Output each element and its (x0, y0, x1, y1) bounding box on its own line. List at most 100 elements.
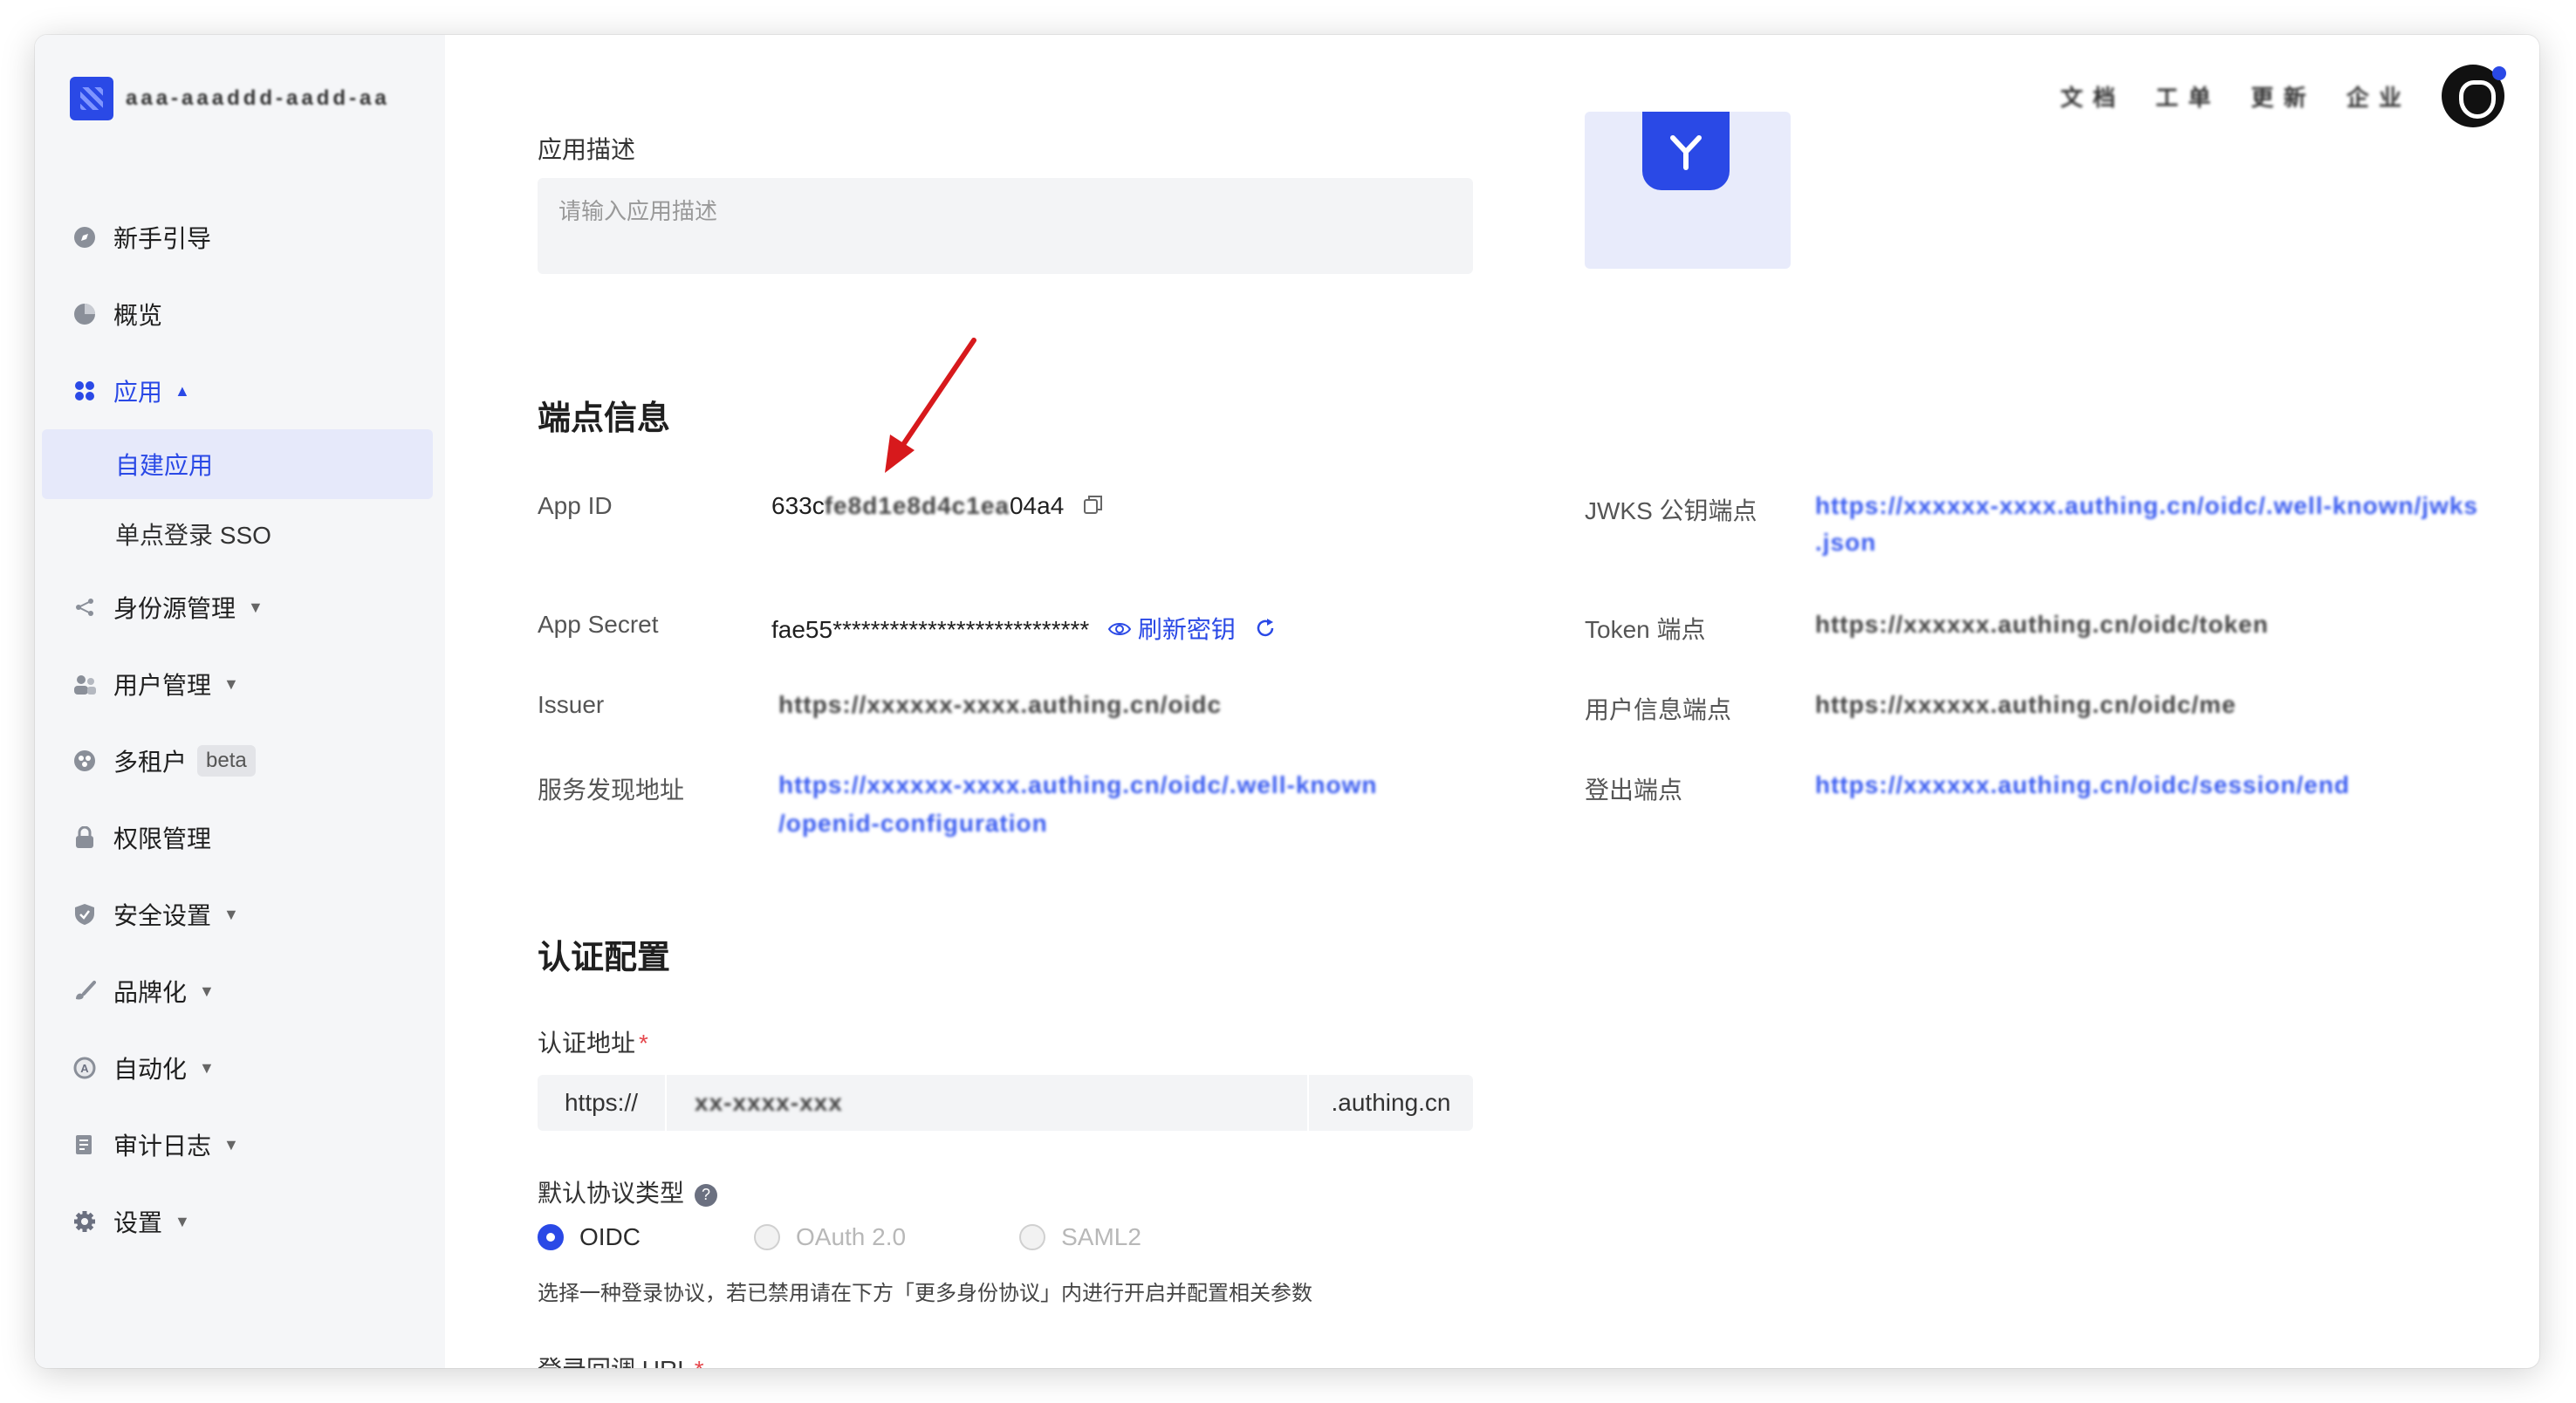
sidebar-item-settings[interactable]: 设置 ▼ (35, 1183, 445, 1260)
radio-oidc[interactable]: OIDC (538, 1223, 641, 1251)
sidebar-item-overview[interactable]: 概览 (35, 276, 445, 352)
sidebar-item-apps[interactable]: 应用 ▲ (35, 352, 445, 429)
sidebar-item-tenants[interactable]: 多租户 beta (35, 722, 445, 799)
url-suffix: .authing.cn (1307, 1075, 1473, 1131)
sidebar-item-custom-apps[interactable]: 自建应用 (42, 429, 433, 499)
brand[interactable]: aaa-aaaddd-aadd-aa (70, 77, 405, 120)
discovery-label: 服务发现地址 (538, 777, 685, 804)
app-secret-value: fae55*************************** 刷新密钥 (771, 611, 1276, 646)
sidebar-item-audit-log[interactable]: 审计日志 ▼ (35, 1106, 445, 1183)
radio-label: OAuth 2.0 (796, 1223, 907, 1250)
sidebar-nav: 新手引导 概览 应用 ▲ 自建应用 单点登录 SSO 身份源管理 ▼ 用户管理 … (35, 199, 445, 1260)
jwks-link[interactable]: https://xxxxxx-xxxx.authing.cn/oidc/.wel… (1815, 492, 2513, 520)
auth-section-title: 认证配置 (538, 940, 671, 976)
endpoint-section-title: 端点信息 (538, 400, 671, 437)
eye-icon[interactable] (1107, 619, 1132, 644)
app-id-label: App ID (538, 492, 613, 519)
jwks-label: JWKS 公钥端点 (1585, 497, 1757, 524)
sidebar-item-label: 概览 (113, 302, 163, 329)
sidebar-item-automation[interactable]: A 自动化 ▼ (35, 1030, 445, 1106)
apps-icon (72, 378, 98, 404)
radio-label: OIDC (579, 1223, 641, 1250)
auth-url-input[interactable]: xx-xxxx-xxx (667, 1075, 1307, 1131)
protocol-radio-group: OIDC OAuth 2.0 SAML2 (538, 1223, 1255, 1251)
automation-icon: A (72, 1055, 98, 1081)
chevron-down-icon: ▼ (223, 1135, 239, 1153)
chevron-down-icon: ▼ (248, 598, 264, 616)
app-description-label: 应用描述 (538, 136, 636, 163)
logout-link[interactable]: https://xxxxxx.authing.cn/oidc/session/e… (1815, 771, 2443, 799)
sidebar-item-label: 设置 (113, 1209, 163, 1236)
brush-icon (72, 978, 98, 1004)
sidebar: aaa-aaaddd-aadd-aa 新手引导 概览 应用 ▲ 自建应用 单点登… (35, 35, 445, 1368)
logout-label: 登出端点 (1585, 777, 1683, 804)
sidebar-item-label: 权限管理 (113, 825, 212, 852)
users-icon (72, 671, 98, 697)
refresh-secret-link[interactable]: 刷新密钥 (1138, 616, 1236, 643)
radio-circle (754, 1224, 780, 1250)
shield-icon (72, 901, 98, 927)
radio-circle (1019, 1224, 1046, 1250)
sidebar-item-label: 审计日志 (113, 1133, 212, 1160)
discovery-link[interactable]: https://xxxxxx-xxxx.authing.cn/oidc/.wel… (778, 771, 1459, 799)
sidebar-item-label: 新手引导 (113, 225, 212, 252)
auth-url-label: 认证地址 * (538, 1024, 648, 1059)
annotation-arrow-icon (885, 338, 976, 473)
token-value: https://xxxxxx.authing.cn/oidc/token (1815, 611, 2269, 638)
help-icon[interactable]: ? (695, 1183, 718, 1207)
chevron-down-icon: ▼ (175, 1212, 190, 1230)
app-secret-text: fae55*************************** (771, 616, 1090, 643)
protocol-type-label: 默认协议类型? (538, 1174, 718, 1209)
beta-badge: beta (197, 745, 256, 777)
callback-url-label-text: 登录回调 URL (538, 1356, 691, 1368)
auth-url-input-group: https:// xx-xxxx-xxx .authing.cn (538, 1075, 1473, 1131)
copy-icon[interactable] (1083, 494, 1104, 521)
radio-circle (538, 1224, 564, 1250)
auth-url-label-text: 认证地址 (538, 1030, 636, 1057)
chevron-down-icon: ▼ (223, 905, 239, 923)
chevron-down-icon: ▼ (199, 1058, 215, 1077)
url-prefix: https:// (538, 1075, 667, 1131)
tenant-icon (72, 748, 98, 774)
app-logo-icon (1642, 112, 1730, 190)
issuer-value: https://xxxxxx-xxxx.authing.cn/oidc (778, 691, 1223, 718)
app-id-masked: fe8d1e8d4c1ea (824, 492, 1010, 519)
protocol-hint: 选择一种登录协议，若已禁用请在下方「更多身份协议」内进行开启并配置相关参数 (538, 1282, 1312, 1305)
sidebar-item-guide[interactable]: 新手引导 (35, 199, 445, 276)
jwks-link-line-2[interactable]: .json (1815, 529, 1990, 557)
sidebar-item-identity-sources[interactable]: 身份源管理 ▼ (35, 569, 445, 646)
share-icon (72, 594, 98, 620)
app-window: aaa-aaaddd-aadd-aa 新手引导 概览 应用 ▲ 自建应用 单点登… (35, 35, 2539, 1368)
sidebar-item-label: 多租户 (113, 749, 188, 776)
app-id-visible: 633c (771, 492, 825, 519)
main-content: 应用描述 请输入应用描述 端点信息 App ID 633cfe8d1e8d4c1… (503, 35, 2539, 1368)
chevron-down-icon: ▼ (199, 982, 215, 1000)
sidebar-item-label: 安全设置 (113, 902, 212, 929)
chevron-down-icon: ▼ (223, 674, 239, 693)
sidebar-item-permissions[interactable]: 权限管理 (35, 799, 445, 876)
sidebar-item-label: 品牌化 (113, 979, 188, 1006)
discovery-link-line-2[interactable]: /openid-configuration (778, 810, 1127, 838)
radio-saml2[interactable]: SAML2 (1019, 1223, 1141, 1251)
brand-name: aaa-aaaddd-aadd-aa (126, 86, 390, 110)
required-mark: * (639, 1030, 648, 1057)
radio-label: SAML2 (1061, 1223, 1141, 1250)
gear-icon (72, 1208, 98, 1235)
protocol-type-label-text: 默认协议类型 (538, 1180, 685, 1207)
radio-oauth2[interactable]: OAuth 2.0 (754, 1223, 906, 1251)
userinfo-label: 用户信息端点 (1585, 696, 1732, 723)
userinfo-value: https://xxxxxx.authing.cn/oidc/me (1815, 691, 2237, 718)
sidebar-item-users[interactable]: 用户管理 ▼ (35, 646, 445, 722)
app-logo-card[interactable] (1585, 112, 1791, 269)
sidebar-item-sso[interactable]: 单点登录 SSO (42, 499, 433, 569)
app-description-input[interactable]: 请输入应用描述 (538, 178, 1473, 274)
svg-text:A: A (80, 1062, 89, 1075)
refresh-icon[interactable] (1255, 618, 1276, 645)
sidebar-item-security[interactable]: 安全设置 ▼ (35, 876, 445, 953)
sidebar-item-branding[interactable]: 品牌化 ▼ (35, 953, 445, 1030)
sidebar-item-label: 用户管理 (113, 672, 212, 699)
sidebar-item-label: 身份源管理 (113, 595, 236, 622)
brand-logo-icon (70, 77, 113, 120)
auth-url-value: xx-xxxx-xxx (695, 1089, 843, 1116)
required-mark: * (695, 1356, 704, 1368)
